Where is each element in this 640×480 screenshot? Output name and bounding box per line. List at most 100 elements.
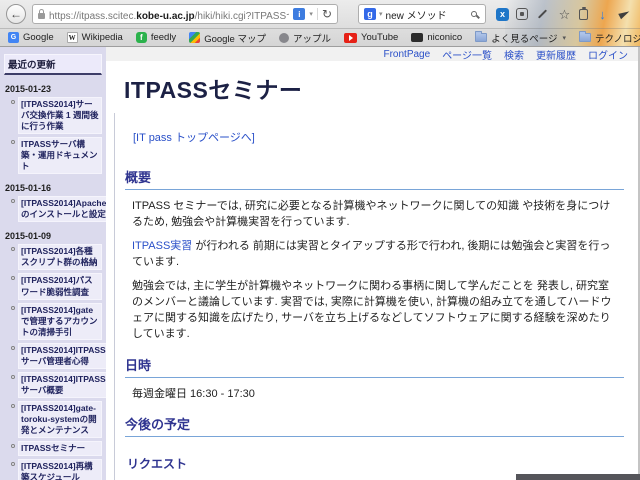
bookmark-label: アップル — [293, 31, 331, 45]
sidebar-page-link[interactable]: [ITPASS2014]各種スクリプト群の格納 — [18, 244, 102, 270]
update-items: [ITPASS2014]サーバ交換作業 1 週間後に行う作業 ITPASSサーバ… — [4, 97, 102, 174]
sidebar-page-item[interactable]: ITPASSセミナー — [11, 441, 102, 456]
url-bar[interactable]: https://itpass.scitec.kobe-u.ac.jp/hiki/… — [32, 4, 338, 24]
bullet-icon — [11, 247, 15, 251]
reading-list-icon[interactable] — [579, 9, 588, 20]
top-page-link[interactable]: [IT pass トップページへ] — [133, 129, 255, 145]
bookmark-label: Google マップ — [204, 31, 266, 45]
search-engine-google-icon[interactable] — [364, 8, 376, 20]
google-maps-icon — [189, 32, 200, 43]
wikipedia-icon — [67, 32, 78, 43]
search-query[interactable]: new メソッド — [386, 7, 468, 22]
section-heading-schedule: 今後の予定 — [125, 414, 624, 437]
bookmark-item[interactable]: アップル ▾ — [279, 31, 331, 45]
sidebar-page-link[interactable]: [ITPASS2014]パスワード脆弱性調査 — [18, 273, 102, 299]
wiki-topnav: FrontPage ページ一覧 検索 更新履歴 ログイン — [106, 47, 638, 61]
bookmark-label: YouTube — [361, 32, 398, 43]
xmarks-extension-icon[interactable] — [496, 8, 509, 21]
bookmark-item[interactable]: niconico ▾ — [411, 32, 462, 43]
topnav-link[interactable]: 更新履歴 — [536, 47, 576, 62]
google-icon — [8, 32, 19, 43]
sidebar-page-item[interactable]: [ITPASS2014]gate-toroku-systemの開発とメンテナンス — [11, 401, 102, 438]
bookmark-item[interactable]: YouTube ▾ — [344, 32, 398, 43]
bullet-icon — [11, 346, 15, 350]
edit-icon[interactable] — [535, 7, 550, 22]
back-button[interactable]: ← — [6, 4, 26, 24]
bookmarks-bar: Google ▾ Wikipedia ▾ feedly ▾ Google マップ… — [0, 28, 640, 46]
main-content: FrontPage ページ一覧 検索 更新履歴 ログイン ITPASSセミナー … — [106, 47, 638, 480]
sidebar-page-link[interactable]: [ITPASS2014]Apache のインストールと設定 — [18, 196, 106, 222]
bottom-scrollbar[interactable] — [516, 474, 640, 480]
url-text[interactable]: https://itpass.scitec.kobe-u.ac.jp/hiki/… — [49, 7, 289, 22]
sidebar-page-item[interactable]: ITPASSサーバ構築・運用ドキュメント — [11, 137, 102, 174]
bullet-icon — [11, 100, 15, 104]
update-date: 2015-01-16 — [5, 183, 101, 193]
folder-icon — [579, 33, 591, 42]
bullet-icon — [11, 140, 15, 144]
dropdown-caret-icon: ▾ — [563, 34, 567, 42]
bullet-icon — [11, 375, 15, 379]
overview-paragraph-3: 勉強会では, 主に学生が計算機やネットワークに関わる事柄に関して学んだことを 発… — [132, 279, 616, 343]
sidebar-page-item[interactable]: [ITPASS2014]ITPASSサーバ管理者心得 — [11, 343, 102, 369]
sidebar-page-link[interactable]: [ITPASS2014]ITPASSサーバ概要 — [18, 372, 106, 398]
bullet-icon — [11, 444, 15, 448]
search-engine-dropdown-icon[interactable]: ▾ — [379, 10, 383, 18]
sidebar-page-link[interactable]: [ITPASS2014]ITPASSサーバ管理者心得 — [18, 343, 106, 369]
sidebar-page-item[interactable]: [ITPASS2014]Apache のインストールと設定 — [11, 196, 102, 222]
sidebar-page-link[interactable]: ITPASSセミナー — [18, 441, 102, 456]
bookmark-label: テクノロジー — [595, 31, 640, 45]
sidebar-page-item[interactable]: [ITPASS2014]サーバ交換作業 1 週間後に行う作業 — [11, 97, 102, 134]
sidebar-page-link[interactable]: ITPASSサーバ構築・運用ドキュメント — [18, 137, 102, 174]
bookmark-star-icon[interactable] — [557, 7, 572, 22]
bookmark-item[interactable]: Google マップ ▾ — [189, 31, 266, 45]
sidebar-page-link[interactable]: [ITPASS2014]サーバ交換作業 1 週間後に行う作業 — [18, 97, 102, 134]
screenshot-icon[interactable] — [516, 8, 528, 20]
update-group: 2015-01-23 [ITPASS2014]サーバ交換作業 1 週間後に行う作… — [4, 84, 102, 174]
url-scheme-host: https://itpass.scitec. — [49, 11, 136, 22]
topnav-link[interactable]: 検索 — [504, 47, 524, 62]
sidebar-page-item[interactable]: [ITPASS2014]パスワード脆弱性調査 — [11, 273, 102, 299]
url-domain: kobe-u.ac.jp — [136, 11, 194, 22]
sidebar-page-item[interactable]: [ITPASS2014]gateで管理するアカウントの清掃手引 — [11, 303, 102, 340]
divider — [317, 8, 318, 20]
search-bar[interactable]: ▾ new メソッド — [358, 4, 486, 24]
bookmark-label: Wikipedia — [82, 32, 123, 43]
apple-icon — [279, 33, 289, 43]
bookmark-item[interactable]: Wikipedia ▾ — [67, 32, 123, 43]
sidebar-page-item[interactable]: [ITPASS2014]ITPASSサーバ概要 — [11, 372, 102, 398]
topnav-link[interactable]: FrontPage — [383, 49, 430, 60]
navigation-toolbar: ← https://itpass.scitec.kobe-u.ac.jp/hik… — [0, 0, 640, 28]
sidebar-page-link[interactable]: [ITPASS2014]gateで管理するアカウントの清掃手引 — [18, 303, 102, 340]
bookmark-item[interactable]: Google ▾ — [8, 32, 54, 43]
topnav-link[interactable]: ログイン — [588, 47, 628, 62]
sidebar-page-link[interactable]: [ITPASS2014]gate-toroku-systemの開発とメンテナンス — [18, 401, 102, 438]
sidebar-page-item[interactable]: [ITPASS2014]再構築スケジュール — [11, 459, 102, 480]
overview-paragraph-1: ITPASS セミナーでは, 研究に必要となる計算機やネットワークに関しての知識… — [132, 199, 616, 231]
topnav-link[interactable]: ページ一覧 — [442, 47, 492, 62]
recent-updates-heading: 最近の更新 — [4, 54, 102, 75]
page-action-icon[interactable] — [293, 8, 305, 20]
datetime-text: 毎週金曜日 16:30 - 17:30 — [132, 387, 616, 403]
bookmark-item[interactable]: feedly ▾ — [136, 32, 176, 43]
bookmark-label: feedly — [151, 32, 176, 43]
sidebar-page-item[interactable]: [ITPASS2014]各種スクリプト群の格納 — [11, 244, 102, 270]
bullet-icon — [11, 404, 15, 408]
send-tab-icon[interactable] — [617, 7, 632, 22]
bullet-icon — [11, 276, 15, 280]
urlbar-dropdown-icon[interactable]: ▾ — [309, 10, 313, 18]
update-date: 2015-01-23 — [5, 84, 101, 94]
sidebar-recent-updates: 最近の更新 2015-01-23 [ITPASS2014]サーバ交換作業 1 週… — [0, 47, 106, 480]
bookmark-item[interactable]: よく見るページ ▾ — [475, 31, 566, 45]
update-group: 2015-01-09 [ITPASS2014]各種スクリプト群の格納 [ITPA… — [4, 231, 102, 480]
bookmark-item[interactable]: テクノロジー ▾ — [579, 31, 640, 45]
update-group: 2015-01-16 [ITPASS2014]Apache のインストールと設定 — [4, 183, 102, 222]
itpass-jisshu-link[interactable]: ITPASS実習 — [132, 240, 192, 252]
reload-icon[interactable]: ↻ — [322, 8, 332, 20]
sidebar-page-link[interactable]: [ITPASS2014]再構築スケジュール — [18, 459, 102, 480]
bullet-icon — [11, 199, 15, 203]
search-icon[interactable] — [471, 11, 477, 17]
bookmark-label: Google — [23, 32, 54, 43]
downloads-icon[interactable] — [595, 7, 610, 22]
overview-paragraph-2-text: が行われる 前期には実習とタイアップする形で行われ, 後期には勉強会と実習を行っ… — [132, 240, 610, 268]
page-body: [IT pass トップページへ] 概要 ITPASS セミナーでは, 研究に必… — [114, 113, 626, 480]
